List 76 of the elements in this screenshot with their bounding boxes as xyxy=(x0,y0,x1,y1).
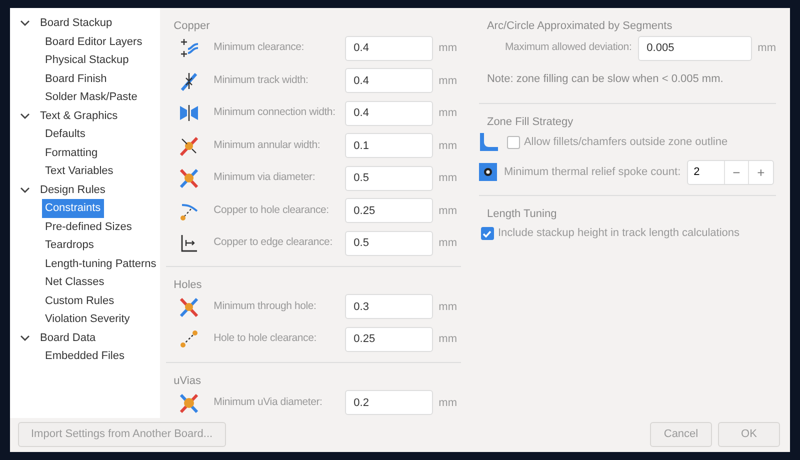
thermal-relief-icon xyxy=(478,163,497,182)
tree-item[interactable]: Custom Rules xyxy=(42,292,118,310)
tree-item[interactable]: Text Variables xyxy=(42,162,116,180)
unit-label: mm xyxy=(758,41,776,56)
unit-label: mm xyxy=(438,300,457,314)
tree-item[interactable]: Board Editor Layers xyxy=(42,32,146,51)
number-input[interactable]: 0.5 xyxy=(344,230,433,256)
number-input[interactable]: 0.4 xyxy=(344,36,433,61)
section-title: Length Tuning xyxy=(486,206,558,220)
annular-ring-icon xyxy=(178,134,200,157)
number-input[interactable]: 0.005 xyxy=(638,36,752,61)
unit-label: mm xyxy=(438,236,457,251)
decrement-button[interactable]: − xyxy=(724,160,748,184)
unit-label: mm xyxy=(438,396,457,410)
checkbox[interactable] xyxy=(480,227,494,240)
fillet-corner-icon xyxy=(478,132,499,152)
field-label: Maximum allowed deviation: xyxy=(504,40,632,56)
field-label: Hole to hole clearance: xyxy=(214,331,318,346)
field-label: Minimum via diameter: xyxy=(214,170,316,186)
field-label: Minimum uVia diameter: xyxy=(214,394,324,410)
section-title: Copper xyxy=(172,19,211,32)
section-title: Holes xyxy=(172,278,203,290)
unit-label: mm xyxy=(438,332,457,347)
tree-item[interactable]: Length-tuning Patterns xyxy=(42,254,160,273)
chevron-down-icon[interactable] xyxy=(20,186,30,194)
increment-button[interactable]: + xyxy=(748,160,773,184)
unit-label: mm xyxy=(438,138,457,154)
note-text: Note: zone filling can be slow when < 0.005 mm. xyxy=(486,72,724,86)
tree-group-label[interactable]: Design Rules xyxy=(40,182,106,198)
unit-label: mm xyxy=(438,171,457,186)
microvia-icon xyxy=(178,392,200,414)
number-input[interactable]: 0.1 xyxy=(344,133,433,158)
number-input[interactable]: 0.25 xyxy=(344,198,433,224)
chevron-down-icon[interactable] xyxy=(20,112,30,120)
checkbox[interactable] xyxy=(506,136,520,148)
number-input[interactable]: 0.25 xyxy=(344,326,433,352)
tree-item[interactable]: Violation Severity xyxy=(42,310,133,328)
section-title: Arc/Circle Approximated by Segments xyxy=(486,19,674,32)
tree-item[interactable]: Physical Stackup xyxy=(42,51,132,70)
field-label: Minimum connection width: xyxy=(214,105,336,120)
spin-field[interactable]: 2 − + xyxy=(686,160,774,185)
field-label: Copper to edge clearance: xyxy=(214,235,334,250)
via-icon xyxy=(178,167,200,190)
number-input[interactable]: 0.3 xyxy=(344,294,433,320)
tree-item[interactable]: Pre-defined Sizes xyxy=(42,218,135,236)
tree-group-label[interactable]: Board Data xyxy=(40,330,96,346)
tree-item[interactable]: Constraints xyxy=(42,199,104,218)
tree-group-label[interactable]: Text & Graphics xyxy=(40,108,118,124)
field-label: Minimum through hole: xyxy=(214,298,318,314)
section-title: Zone Fill Strategy xyxy=(486,115,574,128)
field-label: Minimum clearance: xyxy=(214,40,306,56)
field-label: Copper to hole clearance: xyxy=(214,202,330,218)
unit-label: mm xyxy=(438,74,457,88)
unit-label: mm xyxy=(438,204,457,218)
field-label: Minimum thermal relief spoke count: xyxy=(504,165,681,180)
number-input[interactable]: 0.4 xyxy=(344,68,433,94)
field-label: Minimum annular width: xyxy=(214,138,322,153)
tree-item[interactable]: Defaults xyxy=(42,125,88,144)
field-label: Minimum track width: xyxy=(214,72,310,88)
chevron-down-icon[interactable] xyxy=(20,19,30,28)
hole-spacing-icon xyxy=(178,328,200,350)
unit-label: mm xyxy=(438,106,457,121)
unit-label: mm xyxy=(438,41,457,56)
section-title: uVias xyxy=(172,374,202,386)
chevron-down-icon[interactable] xyxy=(20,334,30,342)
tree-item[interactable]: Teardrops xyxy=(42,236,97,254)
number-input[interactable]: 0.2 xyxy=(344,390,433,416)
tree-item[interactable]: Embedded Files xyxy=(42,347,128,366)
number-input[interactable]: 0.4 xyxy=(344,100,433,126)
tree-item[interactable]: Board Finish xyxy=(42,70,110,88)
number-input[interactable]: 0.5 xyxy=(344,166,433,191)
tree-item[interactable]: Formatting xyxy=(42,144,101,162)
tree-group-label[interactable]: Board Stackup xyxy=(40,15,112,32)
tree-item[interactable]: Net Classes xyxy=(42,273,108,292)
tree-item[interactable]: Solder Mask/Paste xyxy=(42,88,140,106)
through-hole-icon xyxy=(178,296,200,318)
